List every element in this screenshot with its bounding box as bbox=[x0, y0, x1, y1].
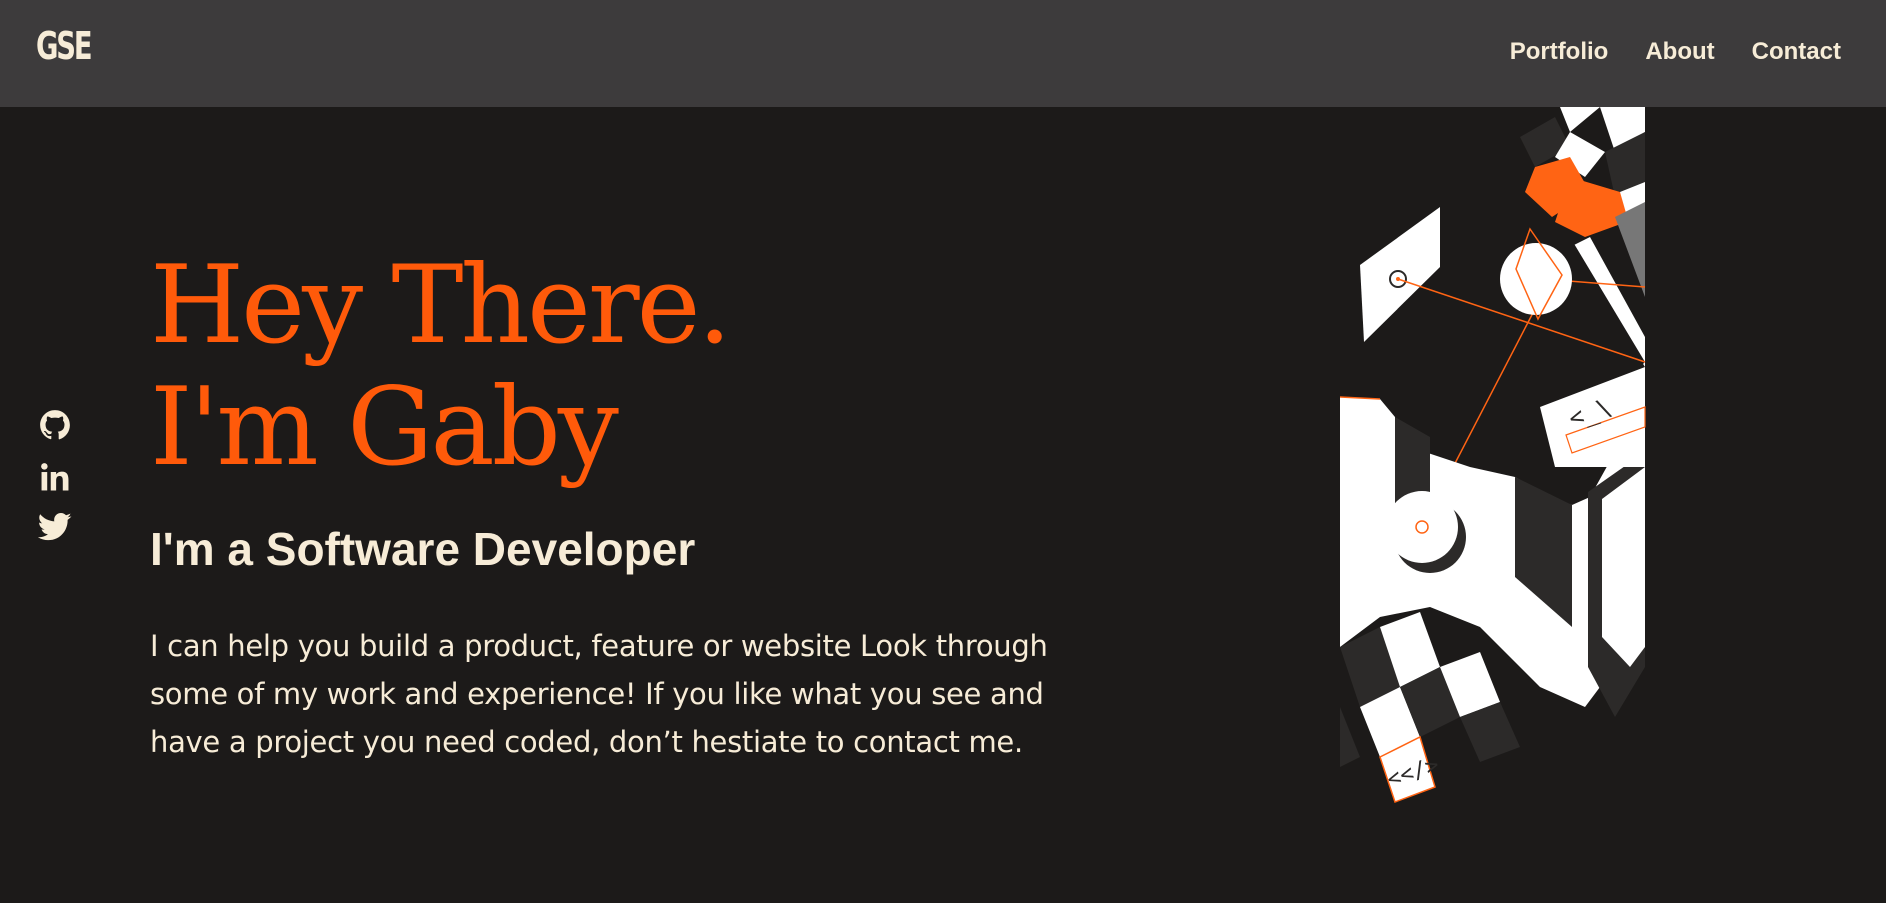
main-nav: Portfolio About Contact bbox=[1510, 36, 1841, 68]
hero-section: Hey There. I'm Gaby bbox=[150, 245, 1070, 489]
hero-description: I can help you build a product, feature … bbox=[150, 629, 1048, 759]
hero-subtitle: I'm a Software Developer bbox=[150, 523, 696, 575]
hero-greeting-line1: Hey There. bbox=[150, 243, 732, 368]
checker-pattern-bottom: <</> bbox=[1340, 612, 1520, 803]
linkedin-icon[interactable] bbox=[38, 460, 76, 498]
hero-illustration: <_\ <</> bbox=[1340, 107, 1646, 803]
nav-link-about[interactable]: About bbox=[1645, 36, 1714, 68]
nav-link-portfolio[interactable]: Portfolio bbox=[1510, 36, 1609, 68]
nav-link-contact[interactable]: Contact bbox=[1752, 36, 1841, 68]
site-logo[interactable]: GSE bbox=[36, 24, 93, 70]
floating-card-top bbox=[1360, 207, 1440, 342]
checker-pattern-top bbox=[1520, 107, 1645, 367]
twitter-icon[interactable] bbox=[37, 512, 76, 550]
github-icon[interactable] bbox=[38, 408, 76, 446]
code-card-right: <_\ bbox=[1540, 367, 1646, 467]
hero-greeting-line2: I'm Gaby bbox=[150, 365, 619, 490]
hero-heading: Hey There. I'm Gaby bbox=[150, 245, 1070, 489]
top-navbar: GSE Portfolio About Contact bbox=[0, 0, 1886, 107]
